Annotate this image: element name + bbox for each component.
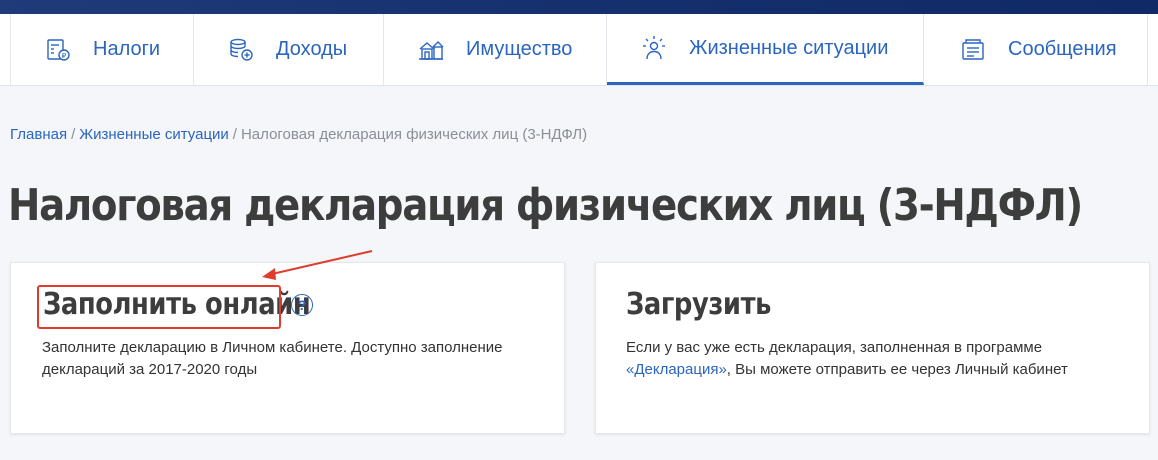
breadcrumb-home-link[interactable]: Главная <box>10 126 67 143</box>
fill-online-card[interactable]: Заполнить онлайн ? Заполните декларацию … <box>10 262 565 434</box>
nav-item-label: Налоги <box>93 38 161 60</box>
svg-text:₽: ₽ <box>62 52 67 60</box>
breadcrumb-separator: / <box>71 126 76 143</box>
coins-icon <box>228 37 254 63</box>
nav-item-taxes[interactable]: ₽ Налоги <box>10 14 194 85</box>
highlight-box <box>37 285 281 329</box>
nav-item-life-situations[interactable]: Жизненные ситуации <box>607 14 924 85</box>
messages-icon <box>960 37 986 63</box>
nav-item-label: Жизненные ситуации <box>689 36 889 59</box>
nav-item-property[interactable]: Имущество <box>384 14 607 85</box>
nav-item-label: Доходы <box>276 38 348 60</box>
people-situations-icon <box>641 35 667 61</box>
property-icon <box>418 37 444 63</box>
upload-text-after: , Вы можете отправить ее через Личный ка… <box>726 361 1068 378</box>
help-icon[interactable]: ? <box>291 294 313 316</box>
upload-title[interactable]: Загрузить <box>626 287 771 322</box>
nav-item-income[interactable]: Доходы <box>194 14 384 85</box>
fill-online-description: Заполните декларацию в Личном кабинете. … <box>42 339 503 378</box>
upload-description: Если у вас уже есть декларация, заполнен… <box>626 337 1076 381</box>
declaration-program-link[interactable]: «Декларация» <box>626 361 727 378</box>
page-title: Налоговая декларация физических лиц (3-Н… <box>8 180 1083 231</box>
nav-item-label: Имущество <box>466 38 573 60</box>
top-header-bar <box>0 0 1158 14</box>
nav-item-messages[interactable]: Сообщения <box>924 14 1148 85</box>
main-navigation: ₽ Налоги Доходы Имущество Жизненные ситу… <box>0 14 1158 86</box>
upload-text-before: Если у вас уже есть декларация, заполнен… <box>626 339 1043 356</box>
breadcrumb-section-link[interactable]: Жизненные ситуации <box>79 126 229 143</box>
tax-calculator-icon: ₽ <box>45 37 71 63</box>
breadcrumb-separator: / <box>232 126 237 143</box>
nav-item-label: Сообщения <box>1008 38 1117 60</box>
breadcrumb: Главная / Жизненные ситуации / Налоговая дек… <box>10 126 587 143</box>
breadcrumb-current: Налоговая декларация физических лиц (3-Н… <box>240 126 588 143</box>
upload-card[interactable]: Загрузить Если у вас уже есть декларация… <box>595 262 1150 434</box>
